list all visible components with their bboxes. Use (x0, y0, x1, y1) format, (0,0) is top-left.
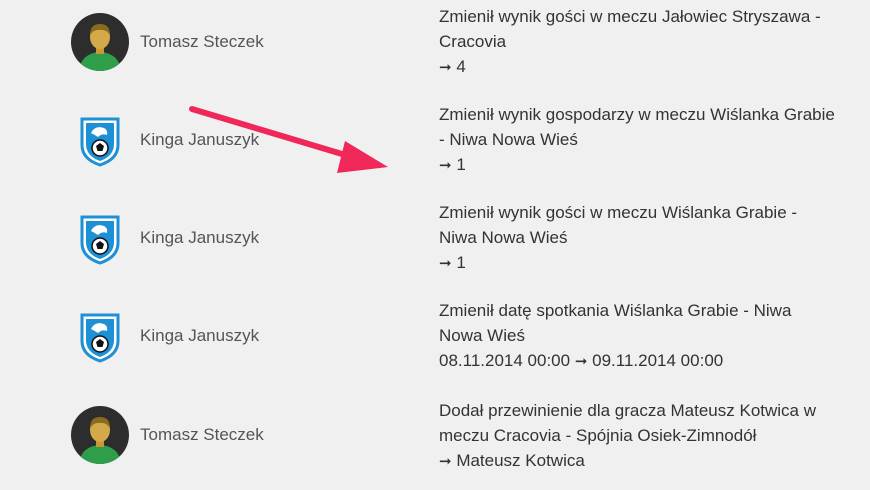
date-change: 08.11.2014 00:00 ➞ 09.11.2014 00:00 (439, 348, 839, 374)
club-crest-icon[interactable] (71, 111, 129, 169)
user-name[interactable]: Tomasz Steczek (140, 32, 264, 52)
change-description: Zmienił wynik gospodarzy w meczu Wiślank… (439, 102, 839, 178)
description-text: Dodał przewinienie dla gracza Mateusz Ko… (439, 401, 817, 445)
feed-item: Tomasz Steczek Dodał przewinienie dla gr… (0, 393, 870, 490)
right-arrow-icon: ➞ (574, 352, 588, 370)
change-description: Dodał przewinienie dla gracza Mateusz Ko… (439, 398, 839, 474)
feed-item: Kinga Januszyk Zmienił datę spotkania Wi… (0, 295, 870, 393)
change-description: Zmienił datę spotkania Wiślanka Grabie -… (439, 298, 839, 374)
feed-item: Kinga Januszyk Zmienił wynik gości w mec… (0, 197, 870, 295)
user-avatar-icon[interactable] (71, 13, 129, 71)
description-text: Zmienił datę spotkania Wiślanka Grabie -… (439, 301, 792, 345)
user-avatar-icon[interactable] (71, 406, 129, 464)
user-name[interactable]: Kinga Januszyk (140, 130, 259, 150)
user-name[interactable]: Kinga Januszyk (140, 326, 259, 346)
right-arrow-icon: ➞ (439, 156, 452, 174)
right-arrow-icon: ➞ (439, 254, 452, 272)
description-text: Zmienił wynik gości w meczu Jałowiec Str… (439, 7, 821, 51)
change-description: Zmienił wynik gości w meczu Jałowiec Str… (439, 4, 839, 80)
new-value: ➞ 4 (439, 57, 466, 76)
activity-feed: Tomasz Steczek Zmienił wynik gości w mec… (0, 0, 870, 490)
new-value: ➞ 1 (439, 253, 466, 272)
user-name[interactable]: Tomasz Steczek (140, 425, 264, 445)
feed-item: Tomasz Steczek Zmienił wynik gości w mec… (0, 0, 870, 98)
user-name[interactable]: Kinga Januszyk (140, 228, 259, 248)
club-crest-icon[interactable] (71, 209, 129, 267)
new-value: ➞ 1 (439, 155, 466, 174)
description-text: Zmienił wynik gości w meczu Wiślanka Gra… (439, 203, 798, 247)
right-arrow-icon: ➞ (439, 452, 452, 470)
change-description: Zmienił wynik gości w meczu Wiślanka Gra… (439, 200, 839, 276)
feed-item: Kinga Januszyk Zmienił wynik gospodarzy … (0, 98, 870, 196)
old-value: 08.11.2014 00:00 (439, 351, 571, 370)
description-text: Zmienił wynik gospodarzy w meczu Wiślank… (439, 105, 835, 149)
club-crest-icon[interactable] (71, 307, 129, 365)
new-value: ➞ Mateusz Kotwica (439, 451, 585, 470)
right-arrow-icon: ➞ (439, 58, 452, 76)
new-value: 09.11.2014 00:00 (592, 351, 724, 370)
